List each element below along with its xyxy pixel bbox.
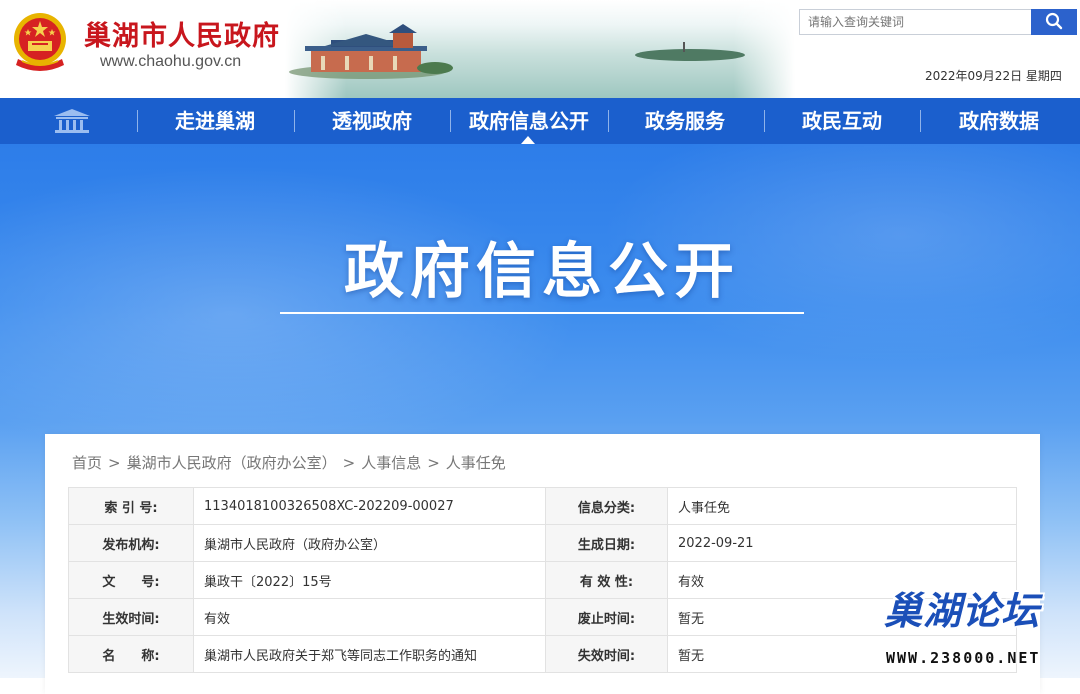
- meta-label-document-number: 文 号:: [68, 561, 194, 599]
- site-name[interactable]: 巢湖市人民政府: [84, 20, 280, 54]
- nav-divider: [450, 110, 451, 132]
- site-url: www.chaohu.gov.cn: [100, 53, 242, 70]
- meta-label-validity: 有 效 性:: [545, 561, 668, 599]
- meta-label-repeal-time: 废止时间:: [545, 598, 668, 636]
- nav-divider: [137, 110, 138, 132]
- meta-value-publisher: 巢湖市人民政府（政府办公室）: [193, 524, 546, 562]
- site-header: 巢湖市人民政府 www.chaohu.gov.cn 2022年09月22日 星期…: [0, 0, 1080, 98]
- search-input[interactable]: [799, 9, 1031, 35]
- banner-title: 政府信息公开: [344, 237, 740, 307]
- document-meta-table: 索 引 号: 1134018100326508XC-202209-00027 信…: [68, 487, 1017, 673]
- meta-label-index-number: 索 引 号:: [68, 487, 194, 525]
- meta-label-title: 名 称:: [68, 635, 194, 673]
- nav-item-zhengwu-fuwu[interactable]: 政务服务: [620, 98, 750, 144]
- table-row: 名 称: 巢湖市人民政府关于郑飞等同志工作职务的通知 失效时间: 暂无: [68, 635, 1017, 673]
- header-scenery: [285, 0, 795, 98]
- table-row: 发布机构: 巢湖市人民政府（政府办公室） 生成日期: 2022-09-21: [68, 524, 1017, 562]
- table-row: 文 号: 巢政干〔2022〕15号 有 效 性: 有效: [68, 561, 1017, 599]
- breadcrumb-separator: >: [427, 454, 440, 472]
- nav-item-zoujin[interactable]: 走进巢湖: [150, 98, 280, 144]
- breadcrumb-home[interactable]: 首页: [72, 454, 102, 472]
- nav-item-zhengfu-shuju[interactable]: 政府数据: [934, 98, 1064, 144]
- nav-divider: [764, 110, 765, 132]
- active-nav-indicator: [521, 136, 535, 144]
- search-icon: [1045, 12, 1063, 29]
- meta-label-effective-time: 生效时间:: [68, 598, 194, 636]
- meta-label-category: 信息分类:: [545, 487, 668, 525]
- nav-item-toushi[interactable]: 透视政府: [307, 98, 437, 144]
- meta-label-publisher: 发布机构:: [68, 524, 194, 562]
- meta-label-expiry-time: 失效时间:: [545, 635, 668, 673]
- table-row: 索 引 号: 1134018100326508XC-202209-00027 信…: [68, 487, 1017, 525]
- national-emblem-icon: [14, 13, 66, 71]
- breadcrumb-government-office[interactable]: 巢湖市人民政府（政府办公室）: [127, 454, 337, 472]
- breadcrumb-separator: >: [342, 454, 356, 472]
- breadcrumb: 首页 > 巢湖市人民政府（政府办公室） > 人事信息 > 人事任免: [72, 453, 506, 473]
- current-date: 2022年09月22日 星期四: [925, 69, 1062, 83]
- watermark-logo: 巢湖论坛: [884, 589, 1041, 633]
- watermark-url: WWW.238000.NET: [886, 649, 1041, 667]
- home-building-icon[interactable]: [52, 108, 92, 134]
- lake-scenery-icon: [289, 24, 745, 79]
- banner-underline: [280, 312, 804, 314]
- nav-divider: [608, 110, 609, 132]
- nav-divider: [920, 110, 921, 132]
- meta-value-title: 巢湖市人民政府关于郑飞等同志工作职务的通知: [193, 635, 546, 673]
- breadcrumb-personnel-info[interactable]: 人事信息: [361, 454, 421, 472]
- meta-value-effective-time: 有效: [193, 598, 546, 636]
- meta-label-created-date: 生成日期:: [545, 524, 668, 562]
- meta-value-category: 人事任免: [667, 487, 1017, 525]
- meta-value-created-date: 2022-09-21: [667, 524, 1017, 562]
- nav-divider: [294, 110, 295, 132]
- main-nav: 走进巢湖 透视政府 政府信息公开 政务服务 政民互动 政府数据: [0, 98, 1080, 144]
- nav-item-zhengmin-hudong[interactable]: 政民互动: [777, 98, 907, 144]
- table-row: 生效时间: 有效 废止时间: 暂无: [68, 598, 1017, 636]
- breadcrumb-appointments[interactable]: 人事任免: [446, 454, 506, 472]
- breadcrumb-separator: >: [108, 454, 121, 472]
- search-button[interactable]: [1031, 9, 1077, 35]
- meta-value-document-number: 巢政干〔2022〕15号: [193, 561, 546, 599]
- meta-value-index-number: 1134018100326508XC-202209-00027: [193, 487, 546, 525]
